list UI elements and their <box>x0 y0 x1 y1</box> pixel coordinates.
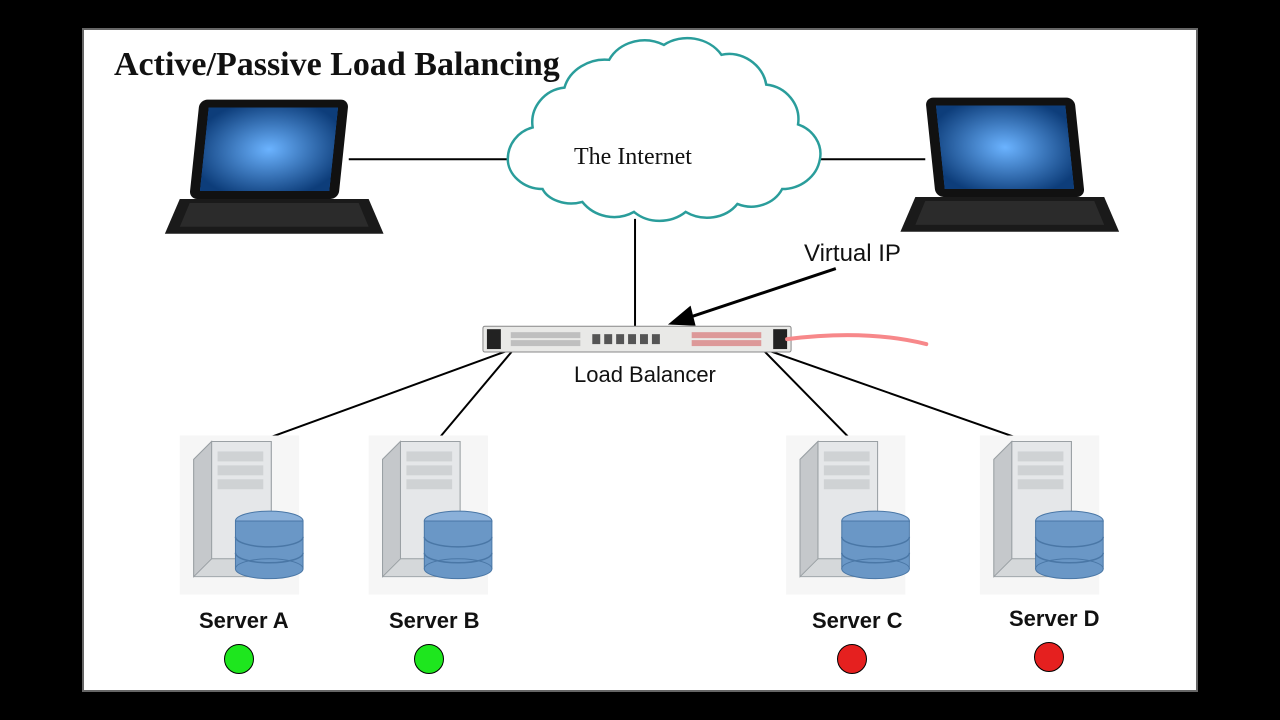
status-dot-b <box>414 644 444 674</box>
server-c-icon <box>786 436 909 595</box>
server-b-icon <box>369 436 492 595</box>
cloud-label: The Internet <box>574 144 692 171</box>
server-b-label: Server B <box>389 608 480 634</box>
virtual-ip-arrow-icon <box>672 269 836 325</box>
server-c-label: Server C <box>812 608 903 634</box>
cloud-icon <box>508 38 821 221</box>
server-a-icon <box>180 436 303 595</box>
virtual-ip-label: Virtual IP <box>804 240 901 268</box>
servers-group <box>180 436 1103 595</box>
diagram-page: Active/Passive Load Balancing <box>82 28 1198 692</box>
status-dot-d <box>1034 642 1064 672</box>
diagram-canvas <box>84 30 1196 690</box>
load-balancer-label: Load Balancer <box>574 362 716 388</box>
load-balancer-icon <box>483 326 926 352</box>
status-dot-c <box>837 644 867 674</box>
laptop-right-icon <box>900 98 1119 232</box>
server-a-label: Server A <box>199 608 289 634</box>
server-d-label: Server D <box>1009 606 1100 632</box>
server-d-icon <box>980 436 1103 595</box>
laptop-left-icon <box>165 100 384 234</box>
status-dot-a <box>224 644 254 674</box>
